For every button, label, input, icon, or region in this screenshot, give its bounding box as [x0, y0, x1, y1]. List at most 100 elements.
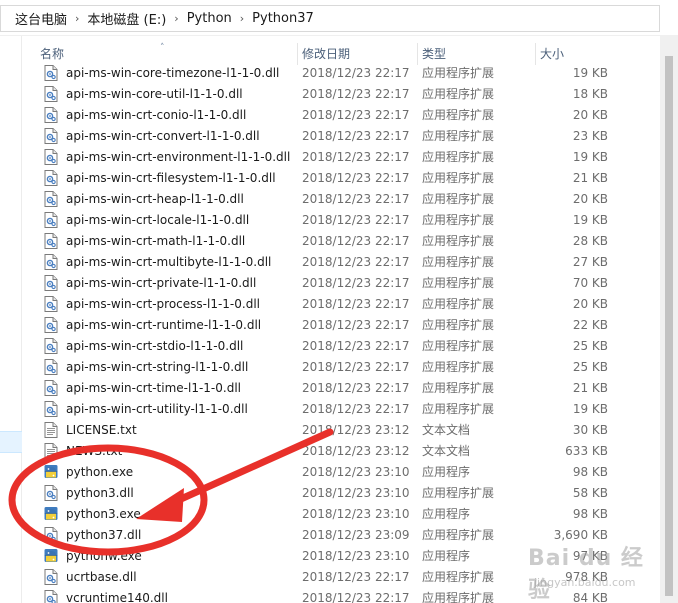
file-row[interactable]: api-ms-win-crt-string-l1-1-0.dll 2018/12/… [36, 356, 616, 377]
file-row[interactable]: python3.dll 2018/12/23 23:10 应用程序扩展 58 KB [36, 482, 616, 503]
file-row[interactable]: LICENSE.txt 2018/12/23 23:12 文本文档 30 KB [36, 419, 616, 440]
file-name-cell[interactable]: api-ms-win-crt-filesystem-l1-1-0.dll [36, 169, 298, 186]
file-name: api-ms-win-crt-multibyte-l1-1-0.dll [66, 254, 272, 269]
file-name-cell[interactable]: api-ms-win-crt-heap-l1-1-0.dll [36, 190, 298, 207]
file-name-cell[interactable]: api-ms-win-crt-private-l1-1-0.dll [36, 274, 298, 291]
breadcrumb-item-this-pc[interactable]: 这台电脑 [15, 9, 67, 28]
navigation-selected-item[interactable] [0, 431, 22, 453]
column-header-label: 类型 [422, 47, 447, 61]
file-row[interactable]: api-ms-win-core-timezone-l1-1-0.dll 2018/… [36, 62, 616, 83]
vertical-scrollbar[interactable] [660, 36, 678, 603]
file-name-cell[interactable]: api-ms-win-crt-process-l1-1-0.dll [36, 295, 298, 312]
file-row[interactable]: api-ms-win-crt-private-l1-1-0.dll 2018/12… [36, 272, 616, 293]
file-row[interactable]: api-ms-win-crt-utility-l1-1-0.dll 2018/12… [36, 398, 616, 419]
file-date: 2018/12/23 23:09 [302, 527, 410, 542]
file-type: 应用程序扩展 [422, 234, 495, 248]
file-size: 21 KB [572, 170, 608, 185]
file-name-cell[interactable]: api-ms-win-crt-environment-l1-1-0.dll [36, 148, 298, 165]
file-row[interactable]: api-ms-win-crt-conio-l1-1-0.dll 2018/12/2… [36, 104, 616, 125]
file-name-cell[interactable]: api-ms-win-core-timezone-l1-1-0.dll [36, 64, 298, 81]
file-date: 2018/12/23 22:17 [302, 191, 410, 206]
file-type: 应用程序扩展 [422, 213, 495, 227]
file-size: 98 KB [572, 464, 608, 479]
file-name-cell[interactable]: api-ms-win-crt-string-l1-1-0.dll [36, 358, 298, 375]
file-name-cell[interactable]: pythonw.exe [36, 548, 298, 564]
file-type: 应用程序扩展 [422, 570, 495, 584]
file-size: 23 KB [572, 128, 608, 143]
file-name-cell[interactable]: api-ms-win-crt-utility-l1-1-0.dll [36, 400, 298, 417]
file-size: 20 KB [572, 191, 608, 206]
file-name-cell[interactable]: api-ms-win-crt-locale-l1-1-0.dll [36, 211, 298, 228]
dll-file-icon [44, 85, 58, 102]
file-name: api-ms-win-crt-utility-l1-1-0.dll [66, 401, 248, 416]
file-row[interactable]: api-ms-win-crt-multibyte-l1-1-0.dll 2018/… [36, 251, 616, 272]
file-row[interactable]: python.exe 2018/12/23 23:10 应用程序 98 KB [36, 461, 616, 482]
breadcrumb-item-python37[interactable]: Python37 [252, 11, 314, 26]
python-exe-icon [44, 464, 58, 480]
file-type: 应用程序扩展 [422, 591, 495, 603]
file-name-cell[interactable]: api-ms-win-core-util-l1-1-0.dll [36, 85, 298, 102]
scrollbar-thumb[interactable] [665, 56, 673, 596]
file-name-cell[interactable]: LICENSE.txt [36, 421, 298, 438]
file-name-cell[interactable]: api-ms-win-crt-stdio-l1-1-0.dll [36, 337, 298, 354]
file-list: api-ms-win-core-timezone-l1-1-0.dll 2018/… [36, 62, 616, 603]
file-size: 21 KB [572, 380, 608, 395]
file-name: api-ms-win-crt-heap-l1-1-0.dll [66, 191, 244, 206]
file-name: api-ms-win-crt-time-l1-1-0.dll [66, 380, 241, 395]
file-row[interactable]: api-ms-win-crt-heap-l1-1-0.dll 2018/12/23… [36, 188, 616, 209]
chevron-right-icon[interactable]: › [174, 12, 178, 25]
file-row[interactable]: api-ms-win-crt-process-l1-1-0.dll 2018/12… [36, 293, 616, 314]
file-type: 应用程序扩展 [422, 108, 495, 122]
baidu-watermark: Bai du 经验 jingyan.baidu.com [520, 540, 660, 603]
file-name-cell[interactable]: api-ms-win-crt-time-l1-1-0.dll [36, 379, 298, 396]
file-row[interactable]: NEWS.txt 2018/12/23 23:12 文本文档 633 KB [36, 440, 616, 461]
file-name-cell[interactable]: python3.dll [36, 484, 298, 501]
file-row[interactable]: api-ms-win-crt-stdio-l1-1-0.dll 2018/12/2… [36, 335, 616, 356]
file-size: 28 KB [572, 233, 608, 248]
file-date: 2018/12/23 22:17 [302, 212, 410, 227]
file-row[interactable]: api-ms-win-crt-filesystem-l1-1-0.dll 2018… [36, 167, 616, 188]
file-name: api-ms-win-crt-string-l1-1-0.dll [66, 359, 249, 374]
file-name-cell[interactable]: vcruntime140.dll [36, 589, 298, 603]
chevron-right-icon[interactable]: › [240, 12, 244, 25]
file-name-cell[interactable]: api-ms-win-crt-conio-l1-1-0.dll [36, 106, 298, 123]
file-row[interactable]: api-ms-win-crt-time-l1-1-0.dll 2018/12/23… [36, 377, 616, 398]
file-name-cell[interactable]: python3.exe [36, 506, 298, 522]
column-header-label: 大小 [540, 47, 565, 61]
file-type: 应用程序扩展 [422, 528, 495, 542]
file-name-cell[interactable]: NEWS.txt [36, 442, 298, 459]
file-name-cell[interactable]: ucrtbase.dll [36, 568, 298, 585]
file-name-cell[interactable]: api-ms-win-crt-math-l1-1-0.dll [36, 232, 298, 249]
file-name-cell[interactable]: python.exe [36, 464, 298, 480]
file-date: 2018/12/23 23:12 [302, 443, 410, 458]
file-row[interactable]: api-ms-win-crt-locale-l1-1-0.dll 2018/12/… [36, 209, 616, 230]
navigation-pane[interactable] [0, 36, 22, 603]
file-type: 文本文档 [422, 423, 471, 437]
watermark-url: jingyan.baidu.com [534, 576, 636, 589]
chevron-right-icon[interactable]: › [75, 12, 79, 25]
file-row[interactable]: api-ms-win-crt-runtime-l1-1-0.dll 2018/12… [36, 314, 616, 335]
file-name-cell[interactable]: api-ms-win-crt-runtime-l1-1-0.dll [36, 316, 298, 333]
file-row[interactable]: api-ms-win-crt-math-l1-1-0.dll 2018/12/23… [36, 230, 616, 251]
dll-file-icon [44, 526, 58, 543]
file-name-cell[interactable]: python37.dll [36, 526, 298, 543]
file-date: 2018/12/23 23:10 [302, 548, 410, 563]
file-row[interactable]: api-ms-win-crt-environment-l1-1-0.dll 201… [36, 146, 616, 167]
file-name-cell[interactable]: api-ms-win-crt-convert-l1-1-0.dll [36, 127, 298, 144]
dll-file-icon [44, 295, 58, 312]
breadcrumb[interactable]: 这台电脑 › 本地磁盘 (E:) › Python › Python37 [0, 5, 660, 32]
file-size: 58 KB [572, 485, 608, 500]
breadcrumb-item-drive[interactable]: 本地磁盘 (E:) [87, 9, 166, 28]
file-type: 应用程序 [422, 549, 471, 563]
file-date: 2018/12/23 22:17 [302, 170, 410, 185]
file-type: 应用程序扩展 [422, 360, 495, 374]
file-row[interactable]: api-ms-win-crt-convert-l1-1-0.dll 2018/12… [36, 125, 616, 146]
file-size: 20 KB [572, 296, 608, 311]
dll-file-icon [44, 127, 58, 144]
file-row[interactable]: api-ms-win-core-util-l1-1-0.dll 2018/12/2… [36, 83, 616, 104]
breadcrumb-item-python[interactable]: Python [187, 11, 232, 26]
dll-file-icon [44, 64, 58, 81]
file-name-cell[interactable]: api-ms-win-crt-multibyte-l1-1-0.dll [36, 253, 298, 270]
file-row[interactable]: python3.exe 2018/12/23 23:10 应用程序 98 KB [36, 503, 616, 524]
python-exe-icon [44, 548, 58, 564]
